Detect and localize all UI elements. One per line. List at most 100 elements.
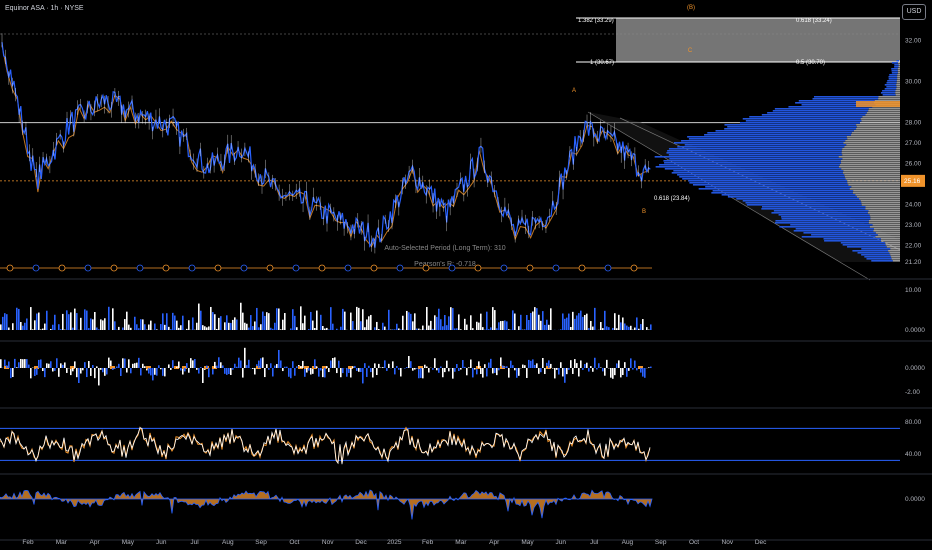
y-tick-label: 32.00 <box>905 38 922 45</box>
volume-bar <box>264 315 266 330</box>
volume-profile-bar-value <box>848 184 900 186</box>
volume-profile-bar <box>655 166 839 168</box>
oscillator-bar <box>22 359 24 368</box>
x-tick-label: Sep <box>655 539 667 546</box>
volume-profile-bar <box>891 62 898 64</box>
oscillator-bar <box>108 357 110 368</box>
volume-profile-bar <box>774 108 869 110</box>
volume-bar <box>602 328 604 330</box>
volume-bar <box>228 322 230 330</box>
volume-bar <box>406 310 408 330</box>
volume-profile-bar <box>896 60 900 62</box>
oscillator-bar <box>564 368 566 383</box>
volume-bar <box>310 311 312 330</box>
volume-profile-bar-value <box>845 178 900 180</box>
volume-bar <box>358 307 360 330</box>
oscillator-bar <box>502 365 504 368</box>
volume-bar <box>428 325 430 330</box>
volume-profile-bar-value <box>886 246 900 248</box>
oscillator-bar <box>206 365 208 368</box>
volume-bar <box>98 329 100 330</box>
event-marker <box>422 264 430 272</box>
volume-profile-bar-value <box>898 64 900 66</box>
volume-bar <box>96 327 98 330</box>
event-marker <box>58 264 66 272</box>
volume-bar <box>586 313 588 330</box>
oscillator-bar <box>38 359 40 368</box>
volume-bar <box>54 314 56 330</box>
volume-bar <box>476 321 478 330</box>
volume-bar <box>270 327 272 330</box>
volume-bar <box>612 327 614 330</box>
oscillator-bar <box>116 366 118 368</box>
volume-bar <box>600 322 602 330</box>
oscillator-bar <box>396 365 398 368</box>
oscillator-bar <box>276 364 278 368</box>
volume-bar <box>32 329 34 330</box>
volume-bar <box>544 324 546 330</box>
volume-profile-bar <box>847 246 887 248</box>
oscillator-bar <box>628 368 630 371</box>
volume-bar <box>370 314 372 330</box>
volume-bar <box>448 316 450 330</box>
chart-canvas[interactable]: 1.382 (33.29) 0.618 (33.24) 1 (30.67) 0.5 (… <box>0 0 932 550</box>
volume-bar <box>156 329 158 330</box>
oscillator-bar <box>140 368 142 376</box>
volume-profile-bar-value <box>855 194 900 196</box>
oscillator-bar <box>230 368 232 375</box>
volume-bar <box>296 327 298 330</box>
volume-bar <box>40 329 42 330</box>
oscillator-bar <box>50 361 52 368</box>
volume-bar <box>340 326 342 330</box>
volume-bar <box>496 328 498 330</box>
oscillator-bar <box>420 368 422 378</box>
volume-bar <box>260 324 262 330</box>
oscillator-bar <box>336 368 338 374</box>
volume-bar <box>628 326 630 330</box>
volume-bar <box>324 328 326 330</box>
oscillator-bar <box>596 368 598 370</box>
oscillator-bar <box>268 368 270 370</box>
volume-bar <box>46 310 48 330</box>
oscillator-bar <box>586 362 588 368</box>
volume-bar <box>250 315 252 330</box>
event-marker <box>266 264 274 272</box>
y-tick-label: 22.00 <box>905 243 922 250</box>
volume-profile-bar <box>894 64 899 66</box>
x-tick-label: Nov <box>322 539 334 546</box>
volume-profile-bar <box>761 208 866 210</box>
oscillator-bar <box>150 368 152 376</box>
oscillator-bar <box>368 365 370 368</box>
volume-profile-bar-value <box>861 120 900 122</box>
volume-profile-bar <box>704 134 852 136</box>
oscillator-bar <box>112 368 114 370</box>
event-marker <box>526 264 534 272</box>
volume-profile-bar-value <box>844 174 900 176</box>
volume-bar <box>594 307 596 330</box>
volume-profile-bar <box>681 140 846 142</box>
volume-bar <box>590 320 592 330</box>
x-tick-label: Feb <box>22 539 34 546</box>
oscillator-bar <box>480 368 482 375</box>
oscillator-bar <box>556 368 558 370</box>
oscillator-bar <box>382 367 384 368</box>
volume-bar <box>450 307 452 330</box>
volume-bar <box>402 315 404 330</box>
oscillator-bar <box>88 361 90 368</box>
event-marker <box>32 264 40 272</box>
oscillator-bar <box>196 368 198 370</box>
event-marker <box>578 264 586 272</box>
volume-bar <box>18 308 20 330</box>
oscillator-bar <box>400 368 402 377</box>
oscillator-bar <box>560 362 562 368</box>
volume-profile-bar <box>886 82 897 84</box>
oscillator-bar <box>64 362 66 368</box>
volume-profile-bar-value <box>875 232 900 234</box>
oscillator-bar <box>102 368 104 373</box>
oscillator-bar <box>592 368 594 372</box>
wave-label-b-paren: (B) <box>687 5 695 11</box>
volume-profile-bar <box>889 74 898 76</box>
x-tick-label: May <box>521 539 534 546</box>
volume-profile-bar-value <box>842 172 900 174</box>
oscillator-bar <box>252 368 254 369</box>
